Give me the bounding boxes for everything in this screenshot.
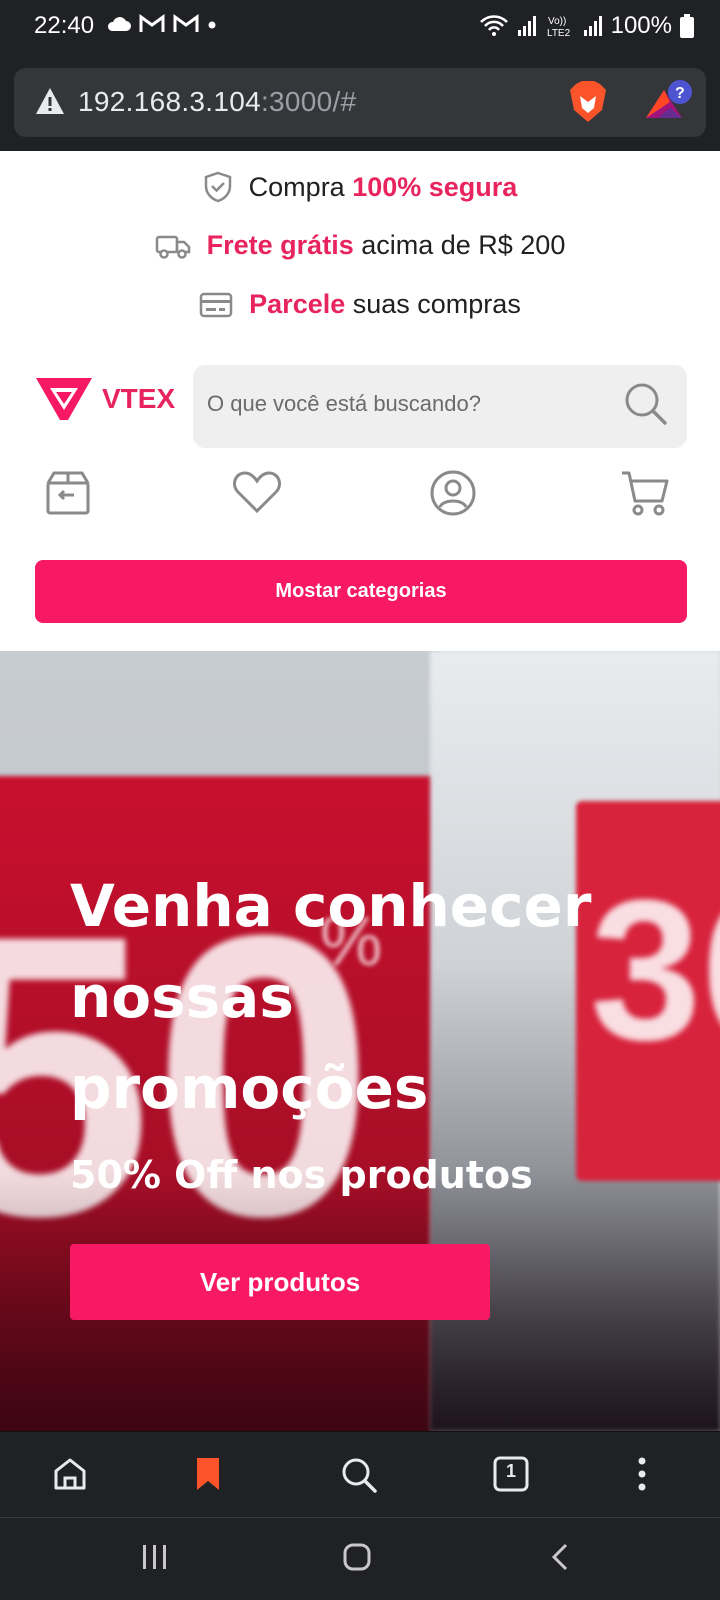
address-bar[interactable]: 192.168.3.104:3000/# ? (14, 68, 706, 137)
signal-icon (517, 16, 536, 36)
brave-rewards-icon[interactable]: ? (644, 78, 692, 124)
benefit-installments-text: Parcele suas compras (249, 289, 521, 319)
show-categories-button[interactable]: Mostar categorias (35, 560, 687, 623)
dot-icon (208, 21, 216, 29)
search-icon[interactable] (621, 379, 671, 429)
svg-text:LTE2: LTE2 (547, 28, 571, 38)
shield-check-icon (204, 171, 231, 203)
gmail-icon (139, 14, 165, 32)
url-text[interactable]: 192.168.3.104:3000/# (78, 86, 357, 118)
benefit-shipping: Frete grátis acima de R$ 200 (0, 230, 720, 261)
benefit-secure-text: Compra 100% segura (248, 171, 518, 202)
vtex-logo-icon (36, 378, 92, 420)
tab-count: 1 (505, 1461, 516, 1481)
benefit-secure: Compra 100% segura (0, 171, 720, 203)
credit-card-icon (199, 292, 233, 317)
url-path: :3000/# (260, 86, 357, 117)
cloud-icon (107, 17, 131, 31)
warning-icon[interactable] (34, 86, 66, 116)
search-icon[interactable] (340, 1456, 378, 1498)
status-time: 22:40 (34, 12, 95, 39)
bookmark-icon[interactable] (194, 1456, 222, 1496)
browser-url-bar: 192.168.3.104:3000/# ? (0, 54, 720, 151)
svg-text:Vo)): Vo)) (548, 16, 566, 27)
status-right: Vo)) LTE2 100% (479, 12, 694, 40)
recent-apps-icon[interactable] (140, 1542, 170, 1576)
status-notification-icons (106, 14, 218, 34)
hero-title: Venha conhecer nossas promoções (70, 872, 592, 1122)
signal-icon (583, 16, 602, 36)
gmail-icon (173, 14, 199, 32)
benefit-installments: Parcele suas compras (0, 289, 720, 320)
vtex-logo[interactable]: VTEX (34, 376, 175, 422)
volte-icon: Vo))LTE2 (547, 16, 571, 38)
hero-banner: 50 % 30 Venha conhecer nossas promoções … (0, 651, 720, 1431)
header-icons (0, 469, 720, 529)
status-bar: 22:40 Vo)) LTE2 100% (0, 0, 720, 54)
battery-level: 100% (610, 12, 672, 39)
browser-bottom-toolbar: 1 (0, 1431, 720, 1517)
home-icon[interactable] (52, 1456, 88, 1496)
url-host: 192.168.3.104 (78, 86, 261, 117)
wifi-icon (479, 15, 508, 36)
user-account-icon[interactable] (429, 469, 477, 521)
hero-subtitle: 50% Off nos produtos (70, 1153, 533, 1197)
logo-text: VTEX (102, 383, 176, 414)
battery-icon (680, 14, 694, 38)
truck-icon (155, 235, 190, 259)
web-page: Compra 100% segura Frete grátis acima de… (0, 151, 720, 1431)
search-box[interactable] (193, 365, 687, 448)
orders-box-icon[interactable] (44, 469, 92, 521)
svg-text:?: ? (675, 85, 685, 102)
home-nav-icon[interactable] (342, 1542, 372, 1576)
more-menu-icon[interactable] (636, 1456, 648, 1496)
android-navigation-bar (0, 1517, 720, 1600)
heart-icon[interactable] (232, 469, 282, 519)
search-input[interactable] (207, 391, 607, 417)
benefit-shipping-text: Frete grátis acima de R$ 200 (206, 230, 566, 260)
shopping-cart-icon[interactable] (620, 469, 670, 521)
back-icon[interactable] (548, 1542, 572, 1576)
view-products-button[interactable]: Ver produtos (70, 1244, 490, 1320)
brave-lion-icon[interactable] (568, 80, 608, 124)
tab-switcher-button[interactable]: 1 (493, 1456, 529, 1496)
